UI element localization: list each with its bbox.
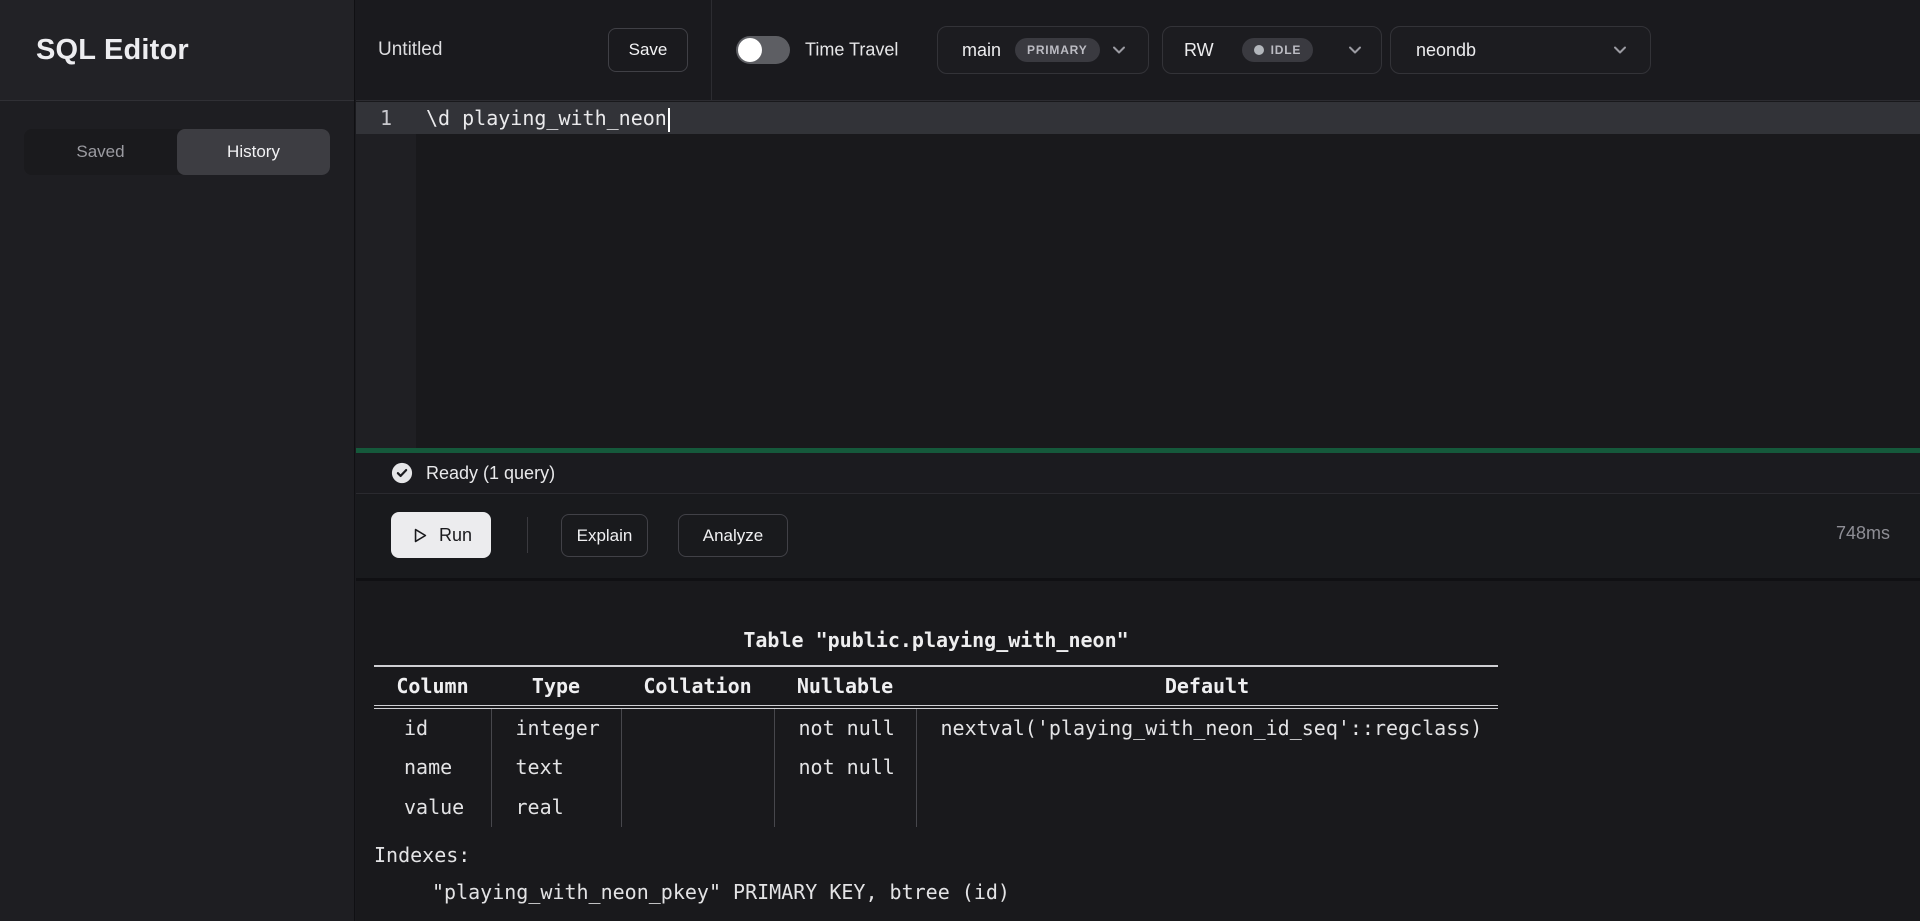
compute-select[interactable]: RW IDLE	[1162, 26, 1382, 74]
indexes-label: Indexes:	[374, 843, 470, 867]
sidebar-header: SQL Editor	[0, 0, 354, 101]
table-cell	[621, 747, 774, 787]
compute-mode: RW	[1184, 40, 1214, 61]
database-select[interactable]: neondb	[1390, 26, 1651, 74]
table-row: value real	[374, 787, 1498, 827]
table-cell	[621, 787, 774, 827]
column-header: Collation	[621, 666, 774, 707]
run-button[interactable]: Run	[391, 512, 491, 558]
table-cell: real	[491, 787, 621, 827]
column-header: Column	[374, 666, 491, 707]
text-caret	[668, 108, 670, 132]
status-dot-icon	[1254, 45, 1264, 55]
topbar-divider	[711, 0, 712, 101]
table-header-row: Column Type Collation Nullable Default	[374, 666, 1498, 707]
action-divider	[527, 517, 528, 553]
table-row: id integer not null nextval('playing_wit…	[374, 707, 1498, 747]
topbar: Untitled Save Time Travel main PRIMARY R…	[356, 0, 1920, 101]
time-travel-label: Time Travel	[805, 40, 898, 61]
chevron-down-icon	[1345, 40, 1365, 60]
saved-history-tabs: Saved History	[24, 129, 330, 175]
index-line: "playing_with_neon_pkey" PRIMARY KEY, bt…	[432, 880, 1010, 904]
branch-name: main	[962, 40, 1001, 61]
table-cell: not null	[774, 747, 916, 787]
table-cell: name	[374, 747, 491, 787]
tab-history[interactable]: History	[177, 129, 330, 175]
chevron-down-icon	[1610, 40, 1630, 60]
sidebar: SQL Editor Saved History	[0, 0, 355, 921]
table-row: name text not null	[374, 747, 1498, 787]
table-cell: integer	[491, 707, 621, 747]
code-text: \d playing_with_neon	[426, 106, 667, 130]
database-name: neondb	[1416, 40, 1476, 61]
actionbar: Run Explain Analyze 748ms	[356, 495, 1920, 578]
line-number: 1	[356, 102, 416, 134]
results-title: Table "public.playing_with_neon"	[374, 628, 1498, 652]
column-header: Type	[491, 666, 621, 707]
results-panel: Table "public.playing_with_neon" Column …	[356, 578, 1920, 921]
column-header: Nullable	[774, 666, 916, 707]
statusbar: Ready (1 query)	[356, 453, 1920, 494]
query-duration: 748ms	[1836, 523, 1890, 544]
toggle-knob	[738, 38, 762, 62]
code-line[interactable]: \d playing_with_neon	[426, 102, 670, 134]
table-cell: value	[374, 787, 491, 827]
column-header: Default	[916, 666, 1498, 707]
explain-button[interactable]: Explain	[561, 514, 648, 557]
table-cell: nextval('playing_with_neon_id_seq'::regc…	[916, 707, 1498, 747]
table-cell	[774, 787, 916, 827]
status-message: Ready (1 query)	[426, 463, 555, 484]
code-editor[interactable]: 1 \d playing_with_neon	[356, 102, 1920, 448]
editor-gutter	[356, 102, 416, 448]
play-icon	[410, 526, 429, 545]
query-title[interactable]: Untitled	[378, 39, 442, 61]
branch-select[interactable]: main PRIMARY	[937, 26, 1149, 74]
table-cell	[916, 747, 1498, 787]
save-button[interactable]: Save	[608, 28, 688, 72]
table-cell: text	[491, 747, 621, 787]
main-panel: Untitled Save Time Travel main PRIMARY R…	[356, 0, 1920, 921]
table-cell: id	[374, 707, 491, 747]
time-travel-toggle[interactable]	[736, 36, 790, 64]
primary-badge: PRIMARY	[1015, 38, 1100, 62]
compute-status-badge: IDLE	[1242, 38, 1314, 62]
chevron-down-icon	[1109, 40, 1129, 60]
table-cell	[621, 707, 774, 747]
check-circle-icon	[391, 462, 413, 484]
table-cell	[916, 787, 1498, 827]
tab-saved[interactable]: Saved	[24, 129, 177, 175]
results-table: Column Type Collation Nullable Default i…	[374, 665, 1498, 827]
analyze-button[interactable]: Analyze	[678, 514, 788, 557]
page-title: SQL Editor	[36, 34, 189, 67]
table-cell: not null	[774, 707, 916, 747]
